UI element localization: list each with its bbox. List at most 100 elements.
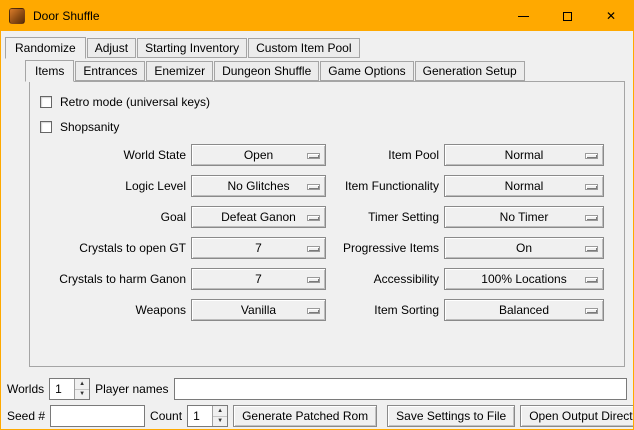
player-names-label: Player names (95, 382, 168, 396)
world-state-value: Open (244, 148, 273, 162)
progressive-items-label: Progressive Items (336, 241, 439, 255)
retro-mode-row: Retro mode (universal keys) (40, 94, 624, 109)
weapons-dropdown[interactable]: Vanilla (191, 299, 326, 321)
count-down-icon[interactable]: ▼ (213, 417, 227, 427)
tab-adjust[interactable]: Adjust (87, 38, 136, 58)
dropdown-indicator-icon (307, 308, 320, 314)
sub-tab-bar: Items Entrances Enemizer Dungeon Shuffle… (25, 60, 633, 81)
item-functionality-dropdown[interactable]: Normal (444, 175, 604, 197)
dropdown-indicator-icon (585, 184, 598, 190)
weapons-label: Weapons (36, 303, 186, 317)
seed-input[interactable] (50, 405, 145, 427)
dropdown-indicator-icon (585, 153, 598, 159)
dropdown-indicator-icon (307, 153, 320, 159)
crystals-gt-dropdown[interactable]: 7 (191, 237, 326, 259)
items-tab-pane: Retro mode (universal keys) Shopsanity W… (29, 81, 625, 367)
item-pool-dropdown[interactable]: Normal (444, 144, 604, 166)
tab-randomize[interactable]: Randomize (5, 37, 86, 59)
option-row: Crystals to harm Ganon 7 Accessibility 1… (36, 268, 624, 290)
item-pool-label: Item Pool (336, 148, 439, 162)
tab-game-options[interactable]: Game Options (320, 61, 413, 81)
option-row: Crystals to open GT 7 Progressive Items … (36, 237, 624, 259)
item-functionality-label: Item Functionality (336, 179, 439, 193)
count-up-icon[interactable]: ▲ (213, 406, 227, 417)
progressive-items-value: On (516, 241, 532, 255)
progressive-items-dropdown[interactable]: On (444, 237, 604, 259)
shopsanity-checkbox[interactable] (40, 121, 52, 133)
dropdown-indicator-icon (585, 246, 598, 252)
option-row: Logic Level No Glitches Item Functionali… (36, 175, 624, 197)
dropdown-indicator-icon (307, 215, 320, 221)
item-functionality-value: Normal (505, 179, 544, 193)
maximize-icon (563, 12, 572, 21)
minimize-icon (518, 16, 529, 17)
option-row: Goal Defeat Ganon Timer Setting No Timer (36, 206, 624, 228)
app-icon (9, 8, 25, 24)
close-button[interactable]: ✕ (589, 1, 633, 31)
generate-patched-rom-button[interactable]: Generate Patched Rom (233, 405, 377, 427)
close-icon: ✕ (606, 10, 616, 22)
tab-custom-item-pool[interactable]: Custom Item Pool (248, 38, 359, 58)
worlds-stepper[interactable]: 1 ▲ ▼ (49, 378, 90, 400)
worlds-up-icon[interactable]: ▲ (75, 379, 89, 390)
item-sorting-value: Balanced (499, 303, 549, 317)
goal-value: Defeat Ganon (221, 210, 296, 224)
option-row: World State Open Item Pool Normal (36, 144, 624, 166)
goal-label: Goal (36, 210, 186, 224)
logic-level-dropdown[interactable]: No Glitches (191, 175, 326, 197)
open-output-directory-button[interactable]: Open Output Directory (520, 405, 634, 427)
window-title: Door Shuffle (33, 9, 100, 23)
tab-generation-setup[interactable]: Generation Setup (415, 61, 525, 81)
worlds-label: Worlds (7, 382, 44, 396)
timer-setting-dropdown[interactable]: No Timer (444, 206, 604, 228)
count-stepper[interactable]: 1 ▲ ▼ (187, 405, 228, 427)
dropdown-indicator-icon (585, 215, 598, 221)
retro-mode-label: Retro mode (universal keys) (60, 95, 210, 109)
shopsanity-row: Shopsanity (40, 119, 624, 134)
worlds-value: 1 (55, 382, 62, 396)
crystals-ganon-dropdown[interactable]: 7 (191, 268, 326, 290)
crystals-gt-label: Crystals to open GT (36, 241, 186, 255)
door-shuffle-window: Door Shuffle ✕ Randomize Adjust Starting… (0, 0, 634, 430)
tab-enemizer[interactable]: Enemizer (146, 61, 213, 81)
world-state-dropdown[interactable]: Open (191, 144, 326, 166)
logic-level-value: No Glitches (227, 179, 289, 193)
dropdown-indicator-icon (307, 184, 320, 190)
bottom-bar: Worlds 1 ▲ ▼ Player names Seed # Count 1… (7, 378, 627, 427)
tab-items[interactable]: Items (25, 60, 74, 82)
accessibility-dropdown[interactable]: 100% Locations (444, 268, 604, 290)
minimize-button[interactable] (501, 1, 545, 31)
goal-dropdown[interactable]: Defeat Ganon (191, 206, 326, 228)
dropdown-indicator-icon (307, 246, 320, 252)
timer-setting-value: No Timer (500, 210, 549, 224)
worlds-down-icon[interactable]: ▼ (75, 390, 89, 400)
dropdown-indicator-icon (585, 277, 598, 283)
crystals-ganon-label: Crystals to harm Ganon (36, 272, 186, 286)
dropdown-indicator-icon (307, 277, 320, 283)
item-sorting-dropdown[interactable]: Balanced (444, 299, 604, 321)
item-sorting-label: Item Sorting (336, 303, 439, 317)
dropdown-indicator-icon (585, 308, 598, 314)
item-pool-value: Normal (505, 148, 544, 162)
option-row: Weapons Vanilla Item Sorting Balanced (36, 299, 624, 321)
crystals-gt-value: 7 (255, 241, 262, 255)
tab-entrances[interactable]: Entrances (75, 61, 145, 81)
weapons-value: Vanilla (241, 303, 276, 317)
worlds-row: Worlds 1 ▲ ▼ Player names (7, 378, 627, 400)
titlebar: Door Shuffle ✕ (1, 1, 633, 31)
seed-label: Seed # (7, 409, 45, 423)
world-state-label: World State (36, 148, 186, 162)
crystals-ganon-value: 7 (255, 272, 262, 286)
tab-starting-inventory[interactable]: Starting Inventory (137, 38, 247, 58)
save-settings-button[interactable]: Save Settings to File (387, 405, 515, 427)
count-value: 1 (193, 409, 200, 423)
accessibility-value: 100% Locations (481, 272, 566, 286)
window-controls: ✕ (501, 1, 633, 31)
player-names-input[interactable] (174, 378, 628, 400)
count-label: Count (150, 409, 182, 423)
shopsanity-label: Shopsanity (60, 120, 119, 134)
tab-dungeon-shuffle[interactable]: Dungeon Shuffle (214, 61, 319, 81)
main-tab-bar: Randomize Adjust Starting Inventory Cust… (5, 36, 633, 58)
maximize-button[interactable] (545, 1, 589, 31)
retro-mode-checkbox[interactable] (40, 96, 52, 108)
